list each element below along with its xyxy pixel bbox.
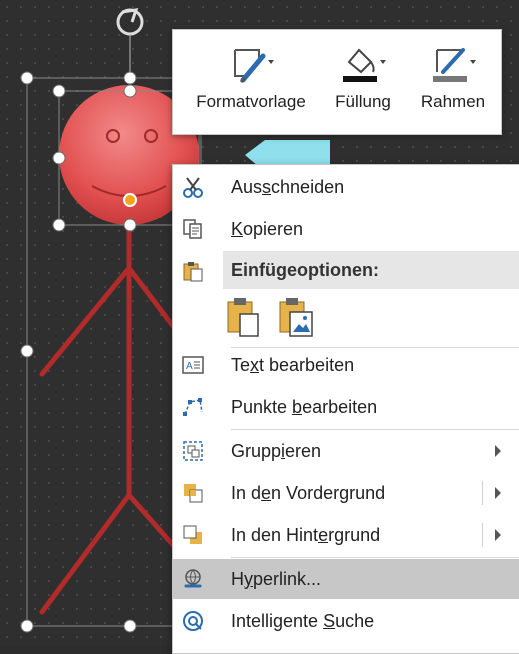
edit-text-icon: A — [181, 353, 205, 377]
resize-handle[interactable] — [20, 619, 34, 633]
bring-to-front-icon — [181, 481, 205, 505]
resize-handle[interactable] — [52, 218, 66, 232]
style-label: Formatvorlage — [196, 92, 306, 111]
resize-handle[interactable] — [52, 84, 66, 98]
copy-icon — [181, 217, 205, 241]
resize-handle[interactable] — [52, 151, 66, 165]
menu-separator — [231, 429, 519, 430]
smart-lookup-label: Intelligente Suche — [231, 611, 375, 631]
menu-item-edit-points[interactable]: Punkte bearbeiten — [173, 387, 519, 427]
resize-handle[interactable] — [123, 71, 137, 85]
group-icon — [181, 439, 205, 463]
hyperlink-label: Hyperlink... — [231, 569, 322, 589]
fill-button[interactable]: Füllung — [323, 30, 403, 134]
submenu-arrow-icon[interactable] — [495, 487, 501, 499]
adjust-handle[interactable] — [123, 193, 137, 207]
copy-label: Kopieren — [231, 219, 304, 239]
group-label: Gruppieren — [231, 441, 322, 461]
submenu-arrow-icon[interactable] — [495, 529, 501, 541]
paste-as-picture-icon[interactable] — [277, 295, 315, 339]
menu-separator — [231, 557, 519, 558]
mini-toolbar: Formatvorlage Füllung Rahmen — [172, 29, 502, 135]
split-divider — [482, 481, 483, 505]
menu-item-group[interactable]: Gruppieren — [173, 431, 519, 471]
clipboard-icon — [181, 259, 205, 283]
menu-item-hyperlink[interactable]: Hyperlink... — [173, 559, 519, 599]
outline-button[interactable]: Rahmen — [411, 30, 495, 134]
context-menu: Ausschneiden Kopieren Einfügeoptionen: A… — [172, 164, 519, 654]
outline-label: Rahmen — [420, 92, 486, 111]
menu-item-bring-to-front[interactable]: In den Vordergrund — [173, 473, 519, 513]
edit-points-icon — [181, 395, 205, 419]
menu-item-smart-lookup[interactable]: Intelligente Suche — [173, 601, 519, 641]
svg-text:A: A — [186, 361, 193, 372]
edit-text-label: Text bearbeiten — [231, 355, 355, 375]
scissors-icon — [181, 175, 205, 199]
paste-options-header: Einfügeoptionen: — [223, 251, 519, 289]
resize-handle[interactable] — [20, 71, 34, 85]
resize-handle[interactable] — [123, 218, 137, 232]
rotate-handle-icon[interactable] — [116, 8, 144, 78]
paste-keep-source-icon[interactable] — [225, 295, 263, 339]
fill-label: Füllung — [335, 92, 391, 111]
style-button[interactable]: Formatvorlage — [185, 30, 317, 134]
resize-handle[interactable] — [123, 619, 137, 633]
paste-options-buttons — [225, 295, 315, 341]
resize-handle[interactable] — [123, 84, 137, 98]
edit-points-label: Punkte bearbeiten — [231, 397, 378, 417]
resize-handle[interactable] — [20, 344, 34, 358]
menu-item-send-to-back[interactable]: In den Hintergrund — [173, 515, 519, 555]
outline-pen-icon — [427, 40, 479, 88]
send-to-back-label: In den Hintergrund — [231, 525, 381, 545]
hyperlink-icon — [181, 567, 205, 591]
menu-item-cut[interactable]: Ausschneiden — [173, 167, 519, 207]
submenu-arrow-icon — [495, 445, 501, 457]
style-brush-icon — [225, 40, 277, 88]
menu-item-copy[interactable]: Kopieren — [173, 209, 519, 249]
bring-to-front-label: In den Vordergrund — [231, 483, 386, 503]
menu-item-edit-text[interactable]: A Text bearbeiten — [173, 345, 519, 385]
fill-bucket-icon — [337, 40, 389, 88]
send-to-back-icon — [181, 523, 205, 547]
smart-lookup-icon — [181, 609, 205, 633]
cut-label: Ausschneiden — [231, 177, 345, 197]
split-divider — [482, 523, 483, 547]
